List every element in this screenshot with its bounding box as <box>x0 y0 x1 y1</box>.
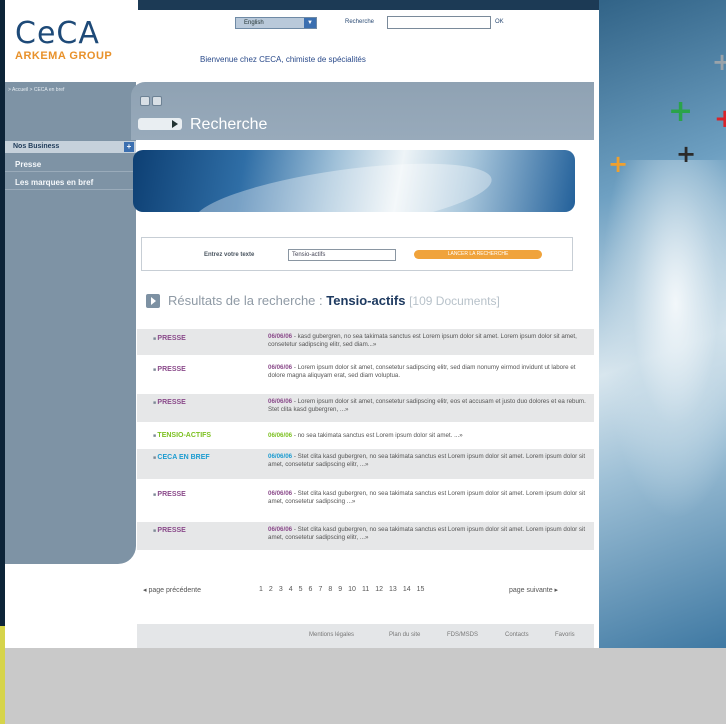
result-row: PRESSE 06/06/06 - kasd gubergren, no sea… <box>137 329 594 355</box>
page-link[interactable]: 13 <box>389 586 397 593</box>
footer: Mentions légales Plan du site FDS/MSDS C… <box>137 624 594 648</box>
footer-link[interactable]: Favoris <box>555 632 575 638</box>
page-numbers: 1 2 3 4 5 6 7 8 9 10 11 12 13 14 15 <box>259 586 430 593</box>
page-link[interactable]: 4 <box>289 586 293 593</box>
page-link[interactable]: 2 <box>269 586 273 593</box>
plus-icon: + <box>124 142 134 152</box>
footer-link[interactable]: Mentions légales <box>309 632 354 638</box>
email-icon[interactable] <box>152 96 162 106</box>
search-button[interactable]: LANCER LA RECHERCHE <box>414 250 542 259</box>
tool-icons <box>140 96 164 108</box>
sidebar-item-marques[interactable]: Les marques en bref <box>5 176 136 190</box>
page-link[interactable]: 14 <box>403 586 411 593</box>
result-category[interactable]: CECA EN BREF <box>153 454 209 461</box>
header: CeCA ARKEMA GROUP English ▼ Recherche OK… <box>5 0 599 82</box>
result-category[interactable]: PRESSE <box>153 366 185 373</box>
search-form-label: Entrez votre texte <box>204 252 255 258</box>
logo-ceca: CeCA <box>15 16 100 51</box>
plus-icon: + <box>676 140 697 168</box>
header-search-input[interactable] <box>387 16 491 29</box>
page-link[interactable]: 3 <box>279 586 283 593</box>
footer-link[interactable]: FDS/MSDS <box>447 632 478 638</box>
result-text[interactable]: 06/06/06 - no sea takimata sanctus est L… <box>268 432 586 440</box>
result-text[interactable]: 06/06/06 - Stet clita kasd gubergren, no… <box>268 490 586 506</box>
header-strip <box>138 0 599 10</box>
page-link[interactable]: 10 <box>348 586 356 593</box>
page-link[interactable]: 6 <box>309 586 313 593</box>
result-row: TENSIO-ACTIFS 06/06/06 - no sea takimata… <box>137 428 594 446</box>
plus-icon: + <box>668 94 694 129</box>
welcome-text: Bienvenue chez CECA, chimiste de spécial… <box>200 55 366 64</box>
result-row: PRESSE 06/06/06 - Stet clita kasd guberg… <box>137 522 594 550</box>
result-category[interactable]: TENSIO-ACTIFS <box>153 432 211 439</box>
plus-icon: + <box>714 104 726 134</box>
result-text[interactable]: 06/06/06 - Lorem ipsum dolor sit amet, c… <box>268 398 586 414</box>
print-icon[interactable] <box>140 96 150 106</box>
prev-page-link[interactable]: ◂ page précédente <box>143 586 201 594</box>
result-category[interactable]: PRESSE <box>153 335 185 342</box>
sidebar-item-label: Presse <box>15 160 42 169</box>
sidebar-item-label: Nos Business <box>13 143 60 150</box>
result-row: PRESSE 06/06/06 - Stet clita kasd guberg… <box>137 486 594 516</box>
chevron-down-icon: ▼ <box>304 18 316 28</box>
banner-image <box>133 150 575 212</box>
footer-link[interactable]: Plan du site <box>389 632 420 638</box>
footer-link[interactable]: Contacts <box>505 632 529 638</box>
search-input[interactable]: Tensio-actifs <box>288 249 396 261</box>
result-row: PRESSE 06/06/06 - Lorem ipsum dolor sit … <box>137 362 594 388</box>
page-link[interactable]: 9 <box>338 586 342 593</box>
page-link[interactable]: 15 <box>417 586 425 593</box>
plus-icon: + <box>608 150 629 178</box>
result-category[interactable]: PRESSE <box>153 527 185 534</box>
next-page-link[interactable]: page suivante ▸ <box>509 586 558 594</box>
result-text[interactable]: 06/06/06 - Stet clita kasd gubergren, no… <box>268 526 586 542</box>
results-term: Tensio-actifs <box>326 293 406 308</box>
page-link[interactable]: 1 <box>259 586 263 593</box>
results-count: [109 Documents] <box>409 294 500 308</box>
search-form: Entrez votre texte Tensio-actifs LANCER … <box>141 237 573 271</box>
header-search-label: Recherche <box>345 19 375 25</box>
result-row: PRESSE 06/06/06 - Lorem ipsum dolor sit … <box>137 394 594 422</box>
result-text[interactable]: 06/06/06 - Stet clita kasd gubergren, no… <box>268 453 586 469</box>
page-link[interactable]: 7 <box>318 586 322 593</box>
language-select[interactable]: English ▼ <box>235 17 317 29</box>
plus-icon: + <box>712 48 726 76</box>
header-search-ok[interactable]: OK <box>495 19 504 25</box>
sidebar-item-presse[interactable]: Presse <box>5 158 136 172</box>
results-prefix: Résultats de la recherche : <box>168 293 327 308</box>
result-text[interactable]: 06/06/06 - Lorem ipsum dolor sit amet, c… <box>268 364 586 380</box>
language-value: English <box>244 20 264 26</box>
breadcrumb[interactable]: > Accueil > CECA en bref <box>8 87 64 93</box>
result-category[interactable]: PRESSE <box>153 491 185 498</box>
bottom-band <box>0 626 726 724</box>
page-link[interactable]: 11 <box>362 586 369 593</box>
page-link[interactable]: 5 <box>299 586 303 593</box>
result-category[interactable]: PRESSE <box>153 399 185 406</box>
logo-arkema: ARKEMA GROUP <box>15 50 113 62</box>
results-heading: Résultats de la recherche : Tensio-actif… <box>168 293 500 308</box>
pagination: ◂ page précédente 1 2 3 4 5 6 7 8 9 10 11 12 13 14 15 … <box>137 586 594 598</box>
logo[interactable]: CeCA ARKEMA GROUP <box>15 16 113 63</box>
result-row: CECA EN BREF 06/06/06 - Stet clita kasd … <box>137 449 594 479</box>
sidebar <box>5 82 136 564</box>
arrow-right-icon <box>138 118 182 130</box>
sidebar-item-label: Les marques en bref <box>15 178 94 187</box>
page-link[interactable]: 12 <box>375 586 383 593</box>
arrow-right-icon <box>146 294 160 308</box>
page-title: Recherche <box>190 116 268 133</box>
page-link[interactable]: 8 <box>328 586 332 593</box>
result-text[interactable]: 06/06/06 - kasd gubergren, no sea takima… <box>268 333 586 349</box>
sidebar-item-nos-business[interactable]: Nos Business + <box>5 141 136 153</box>
